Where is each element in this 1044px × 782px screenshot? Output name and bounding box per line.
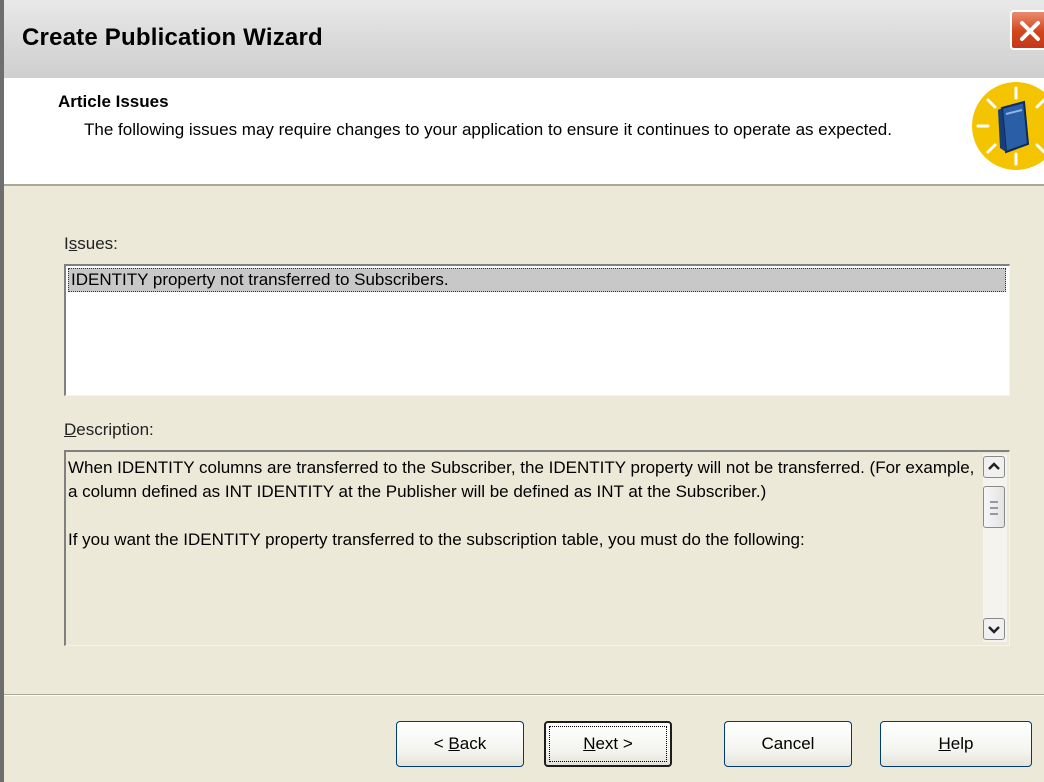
list-item[interactable]: IDENTITY property not transferred to Sub…	[68, 268, 1006, 292]
wizard-book-icon	[972, 82, 1044, 170]
window-title: Create Publication Wizard	[22, 24, 323, 51]
focus-rect	[549, 726, 667, 762]
scroll-up-button[interactable]	[983, 456, 1005, 478]
scroll-down-button[interactable]	[983, 618, 1005, 640]
grip-icon	[990, 501, 998, 515]
page-description: The following issues may require changes…	[84, 120, 892, 139]
next-button[interactable]: Next >	[544, 721, 672, 767]
close-icon	[1020, 21, 1040, 41]
wizard-header: Article Issues The following issues may …	[4, 78, 1044, 186]
chevron-up-icon	[988, 462, 1000, 470]
title-bar[interactable]: Create Publication Wizard	[4, 0, 1044, 79]
issues-label: Issues:	[64, 234, 118, 253]
description-scrollbar[interactable]	[983, 454, 1007, 642]
description-label: Description:	[64, 420, 154, 439]
back-button[interactable]: < Back	[396, 721, 524, 767]
description-text: When IDENTITY columns are transferred to…	[68, 458, 975, 549]
description-box[interactable]: When IDENTITY columns are transferred to…	[64, 450, 1010, 646]
help-button[interactable]: Help	[880, 721, 1032, 767]
close-button[interactable]	[1010, 10, 1044, 50]
wizard-window: Create Publication Wizard Article Issues…	[0, 0, 1044, 782]
scroll-thumb[interactable]	[983, 486, 1005, 528]
page-title: Article Issues	[58, 92, 169, 111]
button-separator	[4, 694, 1044, 696]
chevron-down-icon	[988, 626, 1000, 634]
cancel-button[interactable]: Cancel	[724, 721, 852, 767]
issues-list[interactable]: IDENTITY property not transferred to Sub…	[64, 264, 1010, 396]
